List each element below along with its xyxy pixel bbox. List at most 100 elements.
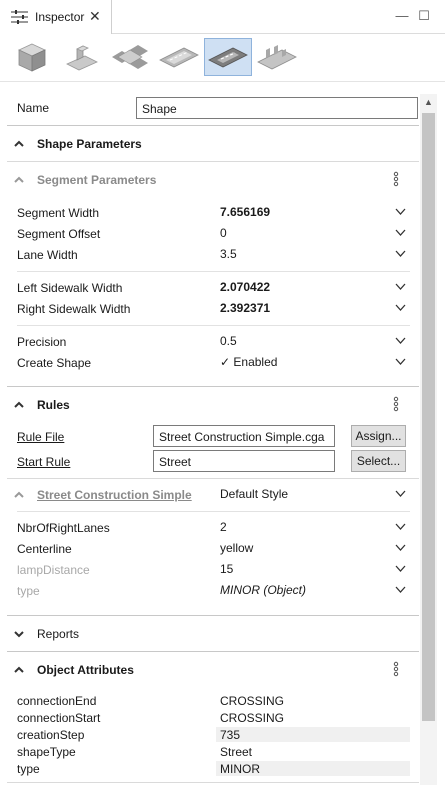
street-shape-icon — [257, 45, 297, 70]
shape-parameters-header[interactable]: Shape Parameters — [7, 134, 419, 156]
start-rule-input[interactable]: Street — [153, 450, 335, 472]
street-segment-tool-button[interactable] — [155, 38, 203, 76]
attr-label: NbrOfRightLanes — [17, 521, 110, 535]
attr-label: type — [17, 762, 40, 776]
chevron-up-icon — [14, 176, 24, 183]
chevron-down-icon — [395, 283, 406, 290]
attr-label: connectionStart — [17, 711, 101, 725]
param-label: Precision — [17, 335, 67, 349]
centerline-dropdown[interactable]: yellow — [216, 539, 410, 558]
section-title: Object Attributes — [37, 663, 134, 677]
name-label: Name — [17, 101, 50, 115]
divider — [7, 615, 419, 616]
street-shape-tool-button[interactable] — [253, 38, 301, 76]
crossing-tool-button[interactable] — [106, 38, 154, 76]
divider — [7, 478, 419, 479]
create-shape-dropdown[interactable]: ✓ Enabled — [216, 353, 410, 372]
nbr-right-lanes-dropdown[interactable]: 2 — [216, 518, 410, 537]
segment-parameters-header[interactable]: Segment Parameters — [7, 170, 419, 192]
attr-label: type — [17, 584, 40, 598]
section-title: Segment Parameters — [37, 173, 157, 187]
chevron-down-icon — [395, 229, 406, 236]
divider — [17, 511, 410, 512]
style-dropdown[interactable]: Default Style — [216, 485, 410, 504]
start-rule-row: Start Rule Street Select... — [7, 449, 419, 473]
lamp-distance-dropdown[interactable]: 15 — [216, 560, 410, 579]
chevron-down-icon — [395, 544, 406, 551]
chevron-up-icon — [14, 666, 24, 673]
attr-label: shapeType — [17, 745, 76, 759]
type-dropdown[interactable]: MINOR (Object) — [216, 581, 410, 600]
divider — [7, 386, 419, 387]
shape-parameters-tool-button[interactable] — [204, 38, 252, 76]
assign-button[interactable]: Assign... — [351, 425, 406, 447]
inspector-toolbar — [0, 34, 445, 82]
chevron-up-icon — [14, 401, 24, 408]
left-sidewalk-width-dropdown[interactable]: 2.070422 — [216, 278, 410, 297]
rule-file-link[interactable]: Rule File — [17, 430, 64, 444]
rule-file-row: Rule File Street Construction Simple.cga… — [7, 424, 419, 448]
chevron-down-icon — [395, 250, 406, 257]
attr-label: lampDistance — [17, 563, 90, 577]
crossing-icon — [112, 45, 148, 69]
param-row-segment-offset: Segment Offset 0 — [7, 223, 419, 244]
vertical-scrollbar[interactable]: ▲ — [420, 94, 437, 785]
section-title: Shape Parameters — [37, 137, 142, 151]
name-input[interactable]: Shape — [136, 97, 418, 119]
chevron-down-icon — [395, 208, 406, 215]
divider — [7, 651, 419, 652]
lane-width-dropdown[interactable]: 3.5 — [216, 245, 410, 264]
object-attr-row: creationStep 735 — [7, 727, 419, 744]
attr-value: CROSSING — [220, 711, 285, 725]
rule-file-input[interactable]: Street Construction Simple.cga — [153, 425, 335, 447]
chevron-down-icon — [395, 304, 406, 311]
start-rule-link[interactable]: Start Rule — [17, 455, 70, 469]
param-label: Lane Width — [17, 248, 78, 262]
scroll-up-arrow-icon[interactable]: ▲ — [420, 94, 437, 111]
param-label: Left Sidewalk Width — [17, 281, 123, 295]
close-tab-icon[interactable]: ✕ — [89, 9, 101, 23]
object-attr-row: type MINOR — [7, 761, 419, 778]
divider — [17, 271, 410, 272]
segment-offset-dropdown[interactable]: 0 — [216, 224, 410, 243]
divider — [7, 161, 419, 162]
section-title: Rules — [37, 398, 70, 412]
select-button[interactable]: Select... — [351, 450, 406, 472]
reports-header[interactable]: Reports — [7, 624, 419, 646]
extrude-tool-button[interactable] — [57, 38, 105, 76]
param-row-left-sidewalk: Left Sidewalk Width 2.070422 — [7, 277, 419, 298]
divider — [7, 782, 419, 783]
rules-header[interactable]: Rules — [7, 395, 419, 417]
more-options-icon[interactable] — [392, 396, 400, 412]
rule-name-link[interactable]: Street Construction Simple — [37, 488, 192, 502]
precision-dropdown[interactable]: 0.5 — [216, 332, 410, 351]
more-options-icon[interactable] — [392, 171, 400, 187]
rule-style-header[interactable]: Street Construction Simple Default Style — [7, 485, 419, 507]
param-row-segment-width: Segment Width 7.656169 — [7, 202, 419, 223]
cube-tool-button[interactable] — [8, 38, 56, 76]
street-segment-icon — [159, 47, 199, 68]
name-row: Name Shape — [7, 94, 419, 122]
attr-row-nbr-right-lanes: NbrOfRightLanes 2 — [7, 517, 419, 538]
inspector-tab[interactable]: Inspector ✕ — [0, 0, 112, 34]
param-label: Create Shape — [17, 356, 92, 370]
scrollbar-thumb[interactable] — [422, 113, 435, 721]
maximize-icon[interactable]: ☐ — [417, 8, 431, 24]
attr-label: creationStep — [17, 728, 85, 742]
param-row-create-shape: Create Shape ✓ Enabled — [7, 352, 419, 373]
right-sidewalk-width-dropdown[interactable]: 2.392371 — [216, 299, 410, 318]
attr-label: Centerline — [17, 542, 72, 556]
minimize-icon[interactable]: — — [395, 8, 409, 24]
object-attributes-header[interactable]: Object Attributes — [7, 660, 419, 682]
attr-label: connectionEnd — [17, 694, 97, 708]
param-label: Segment Offset — [17, 227, 101, 241]
more-options-icon[interactable] — [392, 661, 400, 677]
sliders-icon — [11, 10, 28, 24]
param-label: Segment Width — [17, 206, 100, 220]
attr-row-type: type MINOR (Object) — [7, 580, 419, 601]
chevron-down-icon — [395, 358, 406, 365]
param-row-right-sidewalk: Right Sidewalk Width 2.392371 — [7, 298, 419, 319]
object-attr-row: shapeType Street — [7, 744, 419, 761]
shape-parameters-icon — [208, 47, 248, 68]
segment-width-dropdown[interactable]: 7.656169 — [216, 203, 410, 222]
